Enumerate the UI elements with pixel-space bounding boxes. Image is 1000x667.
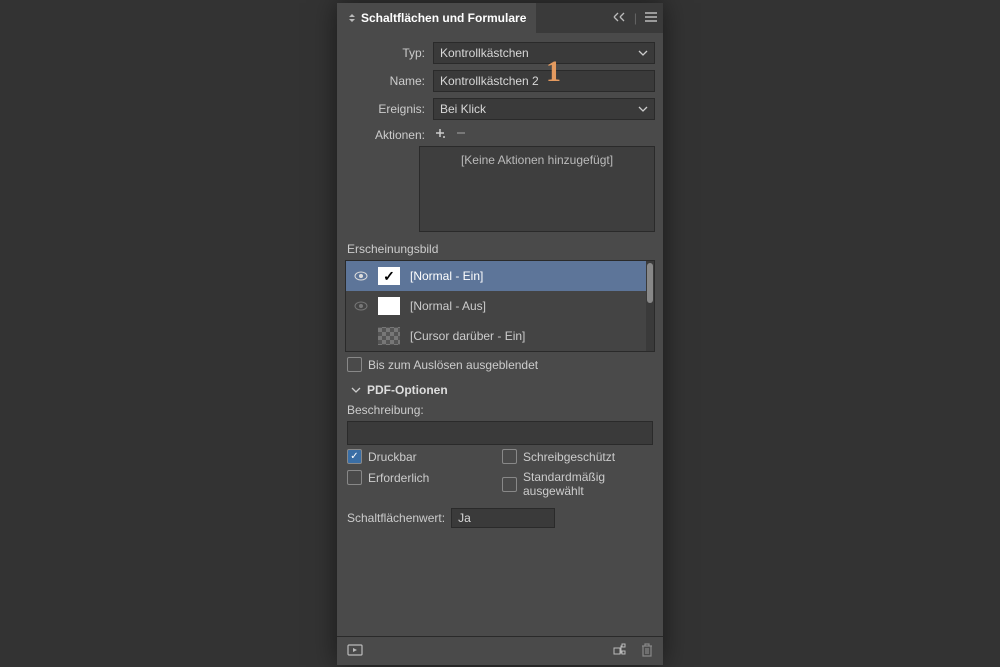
readonly-checkbox[interactable] [502, 449, 517, 464]
panel-title: Schaltflächen und Formulare [361, 11, 526, 25]
button-value-input[interactable]: Ja [451, 508, 555, 528]
event-label: Ereignis: [345, 102, 425, 116]
appearance-states: ✓ [Normal - Ein] [Normal - Aus] [Cursor … [345, 260, 655, 352]
visibility-icon[interactable] [354, 301, 368, 311]
panel-menu-icon[interactable] [645, 11, 657, 25]
type-label: Typ: [345, 46, 425, 60]
event-select[interactable]: Bei Klick [433, 98, 655, 120]
button-value-row: Schaltflächenwert: Ja [337, 502, 663, 534]
panel-footer [337, 636, 663, 665]
type-select[interactable]: Kontrollkästchen [433, 42, 655, 64]
state-swatch: ✓ [378, 267, 400, 285]
state-swatch [378, 327, 400, 345]
actions-empty-text: [Keine Aktionen hinzugefügt] [461, 153, 613, 167]
remove-action-icon[interactable] [455, 127, 467, 142]
type-row: Typ: Kontrollkästchen [337, 39, 663, 67]
state-normal-off[interactable]: [Normal - Aus] [346, 291, 654, 321]
hidden-until-trigger-row: Bis zum Auslösen ausgeblendet [337, 352, 663, 377]
actions-label: Aktionen: [345, 128, 425, 142]
add-action-icon[interactable] [433, 126, 447, 143]
actions-row: Aktionen: [337, 123, 663, 146]
state-label: [Cursor darüber - Ein] [410, 329, 525, 343]
name-value: Kontrollkästchen 2 [440, 71, 539, 91]
description-label: Beschreibung: [337, 401, 663, 421]
required-label: Erforderlich [368, 471, 429, 485]
actions-list[interactable]: [Keine Aktionen hinzugefügt] [419, 146, 655, 232]
printable-checkbox[interactable]: ✓ [347, 449, 362, 464]
required-checkbox[interactable] [347, 470, 362, 485]
state-hover-on[interactable]: [Cursor darüber - Ein] [346, 321, 654, 351]
panel-tabbar: Schaltflächen und Formulare | [337, 3, 663, 33]
chevron-down-icon [638, 48, 648, 58]
type-value: Kontrollkästchen [440, 43, 529, 63]
states-scrollbar[interactable] [646, 261, 654, 351]
trash-icon[interactable] [641, 643, 653, 660]
button-value-label: Schaltflächenwert: [347, 511, 445, 525]
description-input[interactable] [347, 421, 653, 445]
printable-label: Druckbar [368, 450, 417, 464]
state-swatch [378, 297, 400, 315]
event-value: Bei Klick [440, 99, 486, 119]
chevron-down-icon [638, 104, 648, 114]
state-normal-on[interactable]: ✓ [Normal - Ein] [346, 261, 654, 291]
appearance-label: Erscheinungsbild [337, 238, 663, 260]
event-row: Ereignis: Bei Klick [337, 95, 663, 123]
chevron-down-icon [351, 385, 361, 395]
visibility-icon[interactable] [354, 271, 368, 281]
collapse-panel-icon[interactable] [612, 11, 626, 25]
annotation-callout: 1 [546, 55, 561, 89]
pdf-options-section[interactable]: PDF-Optionen [337, 377, 663, 401]
buttons-forms-panel: Schaltflächen und Formulare | Typ: Kontr… [337, 3, 663, 665]
pdf-options-grid: ✓ Druckbar Erforderlich Schreibgeschützt… [337, 445, 663, 502]
preview-icon[interactable] [347, 644, 363, 659]
name-input[interactable]: Kontrollkästchen 2 [433, 70, 655, 92]
panel-tab[interactable]: Schaltflächen und Formulare [337, 3, 536, 33]
state-label: [Normal - Aus] [410, 299, 486, 313]
default-selected-checkbox[interactable] [502, 477, 517, 492]
hidden-until-trigger-label: Bis zum Auslösen ausgeblendet [368, 358, 538, 372]
pdf-options-label: PDF-Optionen [367, 383, 448, 397]
name-label: Name: [345, 74, 425, 88]
state-label: [Normal - Ein] [410, 269, 483, 283]
convert-icon[interactable] [613, 643, 629, 660]
hidden-until-trigger-checkbox[interactable] [347, 357, 362, 372]
collapse-icon [347, 13, 357, 23]
readonly-label: Schreibgeschützt [523, 450, 615, 464]
name-row: Name: Kontrollkästchen 2 [337, 67, 663, 95]
default-selected-label: Standardmäßig ausgewählt [523, 470, 653, 498]
